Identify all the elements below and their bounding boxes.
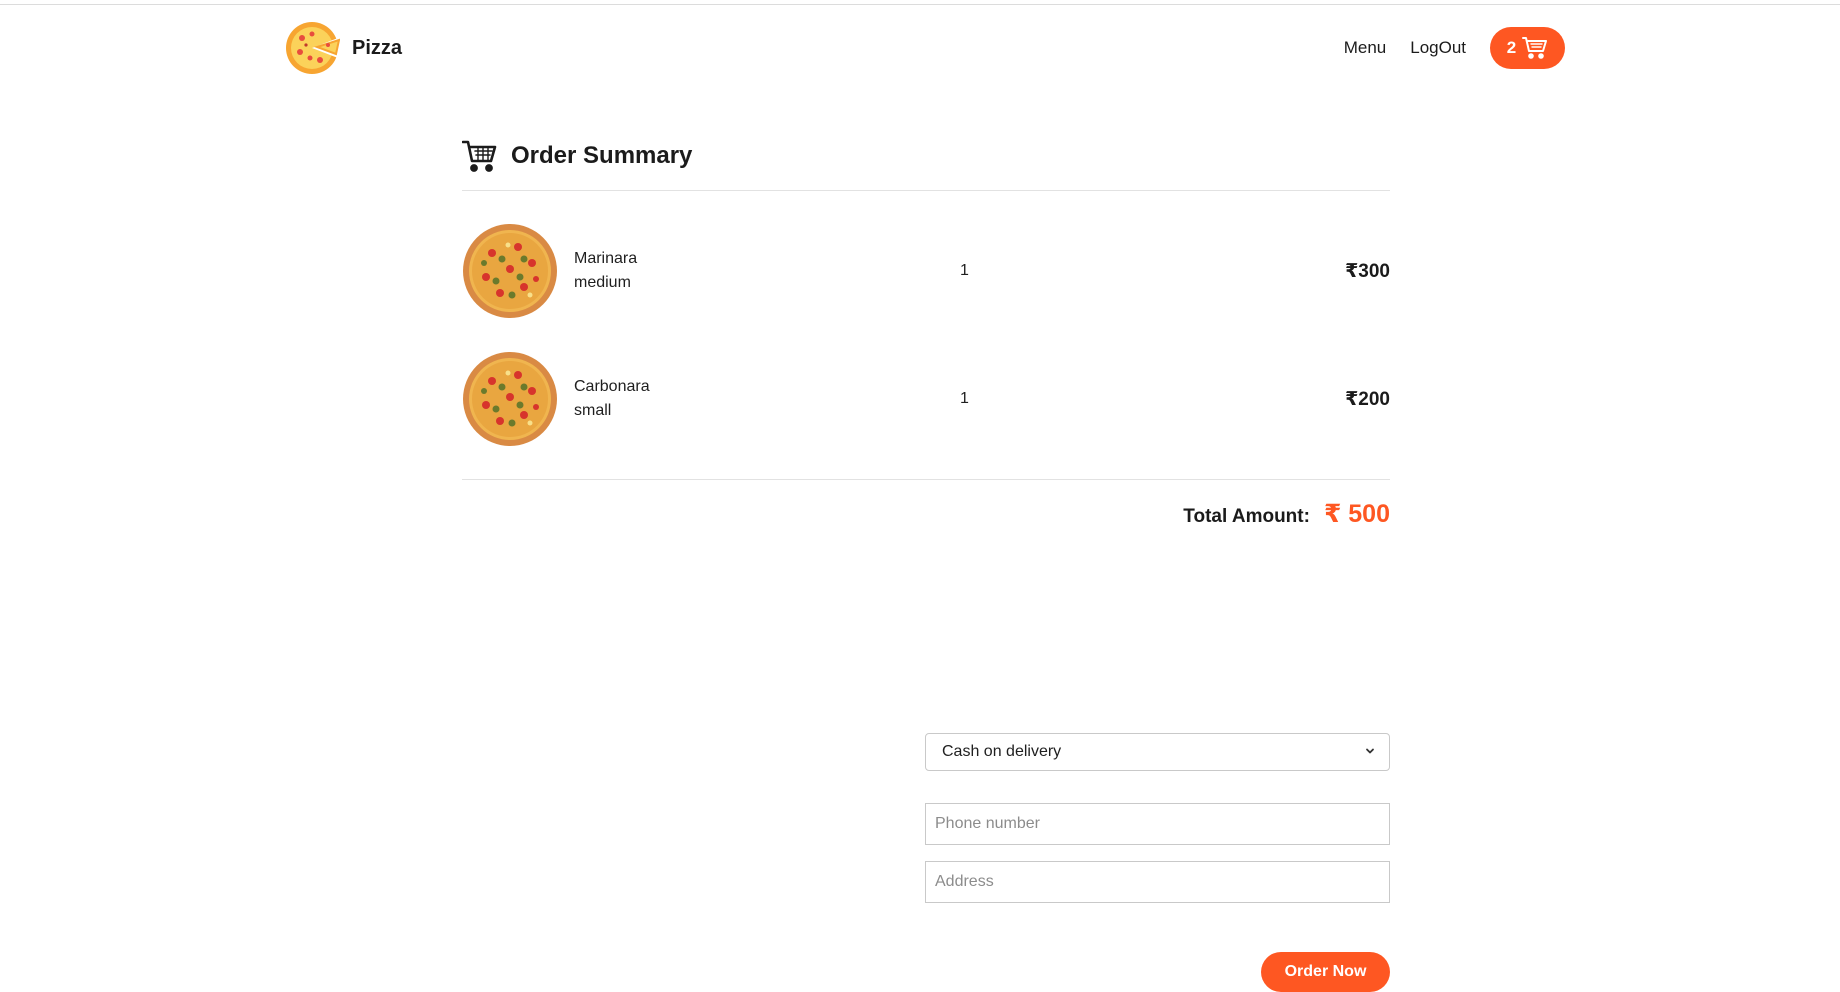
order-now-button[interactable]: Order Now [1261,952,1390,992]
summary-header: Order Summary [462,137,1390,175]
item-price: ₹300 [1345,260,1390,282]
item-info: Marinara medium [574,247,637,295]
pizza-image [463,224,557,318]
address-input[interactable] [925,861,1390,903]
item-info: Carbonara small [574,375,650,423]
item-quantity: 1 [960,390,969,407]
cart-icon [1522,37,1548,59]
total-label: Total Amount: [1183,506,1310,527]
pizza-image [463,352,557,446]
brand-name: Pizza [352,36,403,59]
payment-select-wrap: Cash on delivery [925,733,1390,771]
chevron-down-icon [1366,748,1374,754]
cart-button[interactable]: 2 [1490,27,1565,69]
item-price: ₹200 [1345,388,1390,410]
order-items-list: Marinara medium 1 ₹300 Carbonara small 1… [462,191,1390,447]
order-form: Cash on delivery [925,597,1390,903]
pizza-logo-icon [286,22,340,74]
nav-link-menu[interactable]: Menu [1344,38,1387,58]
item-quantity: 1 [960,262,969,279]
cart-icon [462,140,497,172]
page-title: Order Summary [511,142,693,169]
item-size: small [574,402,612,419]
phone-input[interactable] [925,803,1390,845]
order-total: Total Amount: ₹ 500 [462,499,1390,529]
list-item: Carbonara small 1 ₹200 [462,351,1390,447]
item-size: medium [574,274,631,291]
nav-link-logout[interactable]: LogOut [1410,38,1466,58]
navbar: Pizza Menu LogOut 2 [0,0,1840,96]
divider [462,479,1390,480]
cart-count-badge: 2 [1506,38,1517,57]
brand[interactable]: Pizza [284,20,402,76]
total-value: ₹ 500 [1323,500,1390,528]
payment-method-select[interactable]: Cash on delivery [925,733,1390,771]
order-summary: Order Summary Marinara medium 1 ₹300 Car… [462,137,1390,992]
list-item: Marinara medium 1 ₹300 [462,223,1390,319]
item-name: Marinara [574,250,638,267]
nav-actions: Menu LogOut 2 [1344,27,1565,69]
item-name: Carbonara [574,378,650,395]
